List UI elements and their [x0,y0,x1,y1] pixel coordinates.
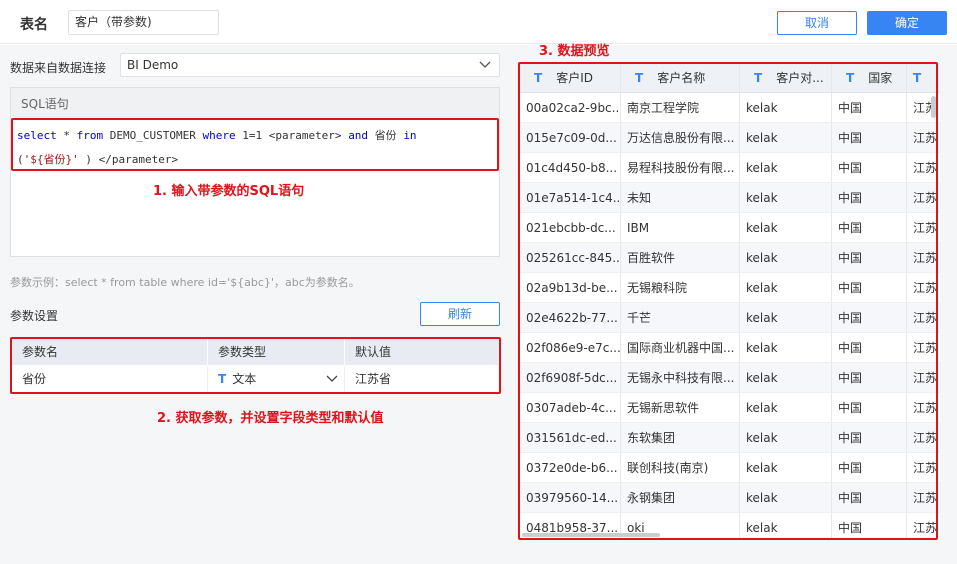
annotation-preview: 3. 数据预览 [539,44,610,59]
sql-section-label: SQL语句 [11,88,499,120]
datasource-label: 数据来自数据连接 [10,61,107,75]
annotation-params: 2. 获取参数，并设置字段类型和默认值 [157,411,384,426]
sql-hint: 参数示例：select * from table where id='${abc… [10,276,360,289]
dialog-header: 表名 客户（带参数) 取消 确定 [0,0,957,44]
chevron-down-icon [479,54,491,83]
table-name-label: 表名 [20,17,48,33]
cancel-button[interactable]: 取消 [777,11,857,35]
confirm-button[interactable]: 确定 [867,11,947,35]
table-name-input[interactable]: 客户（带参数) [68,10,219,35]
annotation-sql: 1. 输入带参数的SQL语句 [153,184,305,199]
annotation-box-preview [518,62,938,540]
refresh-button[interactable]: 刷新 [420,302,500,326]
annotation-box-sql [11,118,499,171]
datasource-selected-value: BI Demo [127,58,179,72]
annotation-box-params [10,337,501,394]
sql-editor[interactable]: SQL语句 select * from DEMO_CUSTOMER where … [10,87,500,257]
datasource-select[interactable]: BI Demo [120,53,500,77]
param-settings-label: 参数设置 [10,309,59,323]
